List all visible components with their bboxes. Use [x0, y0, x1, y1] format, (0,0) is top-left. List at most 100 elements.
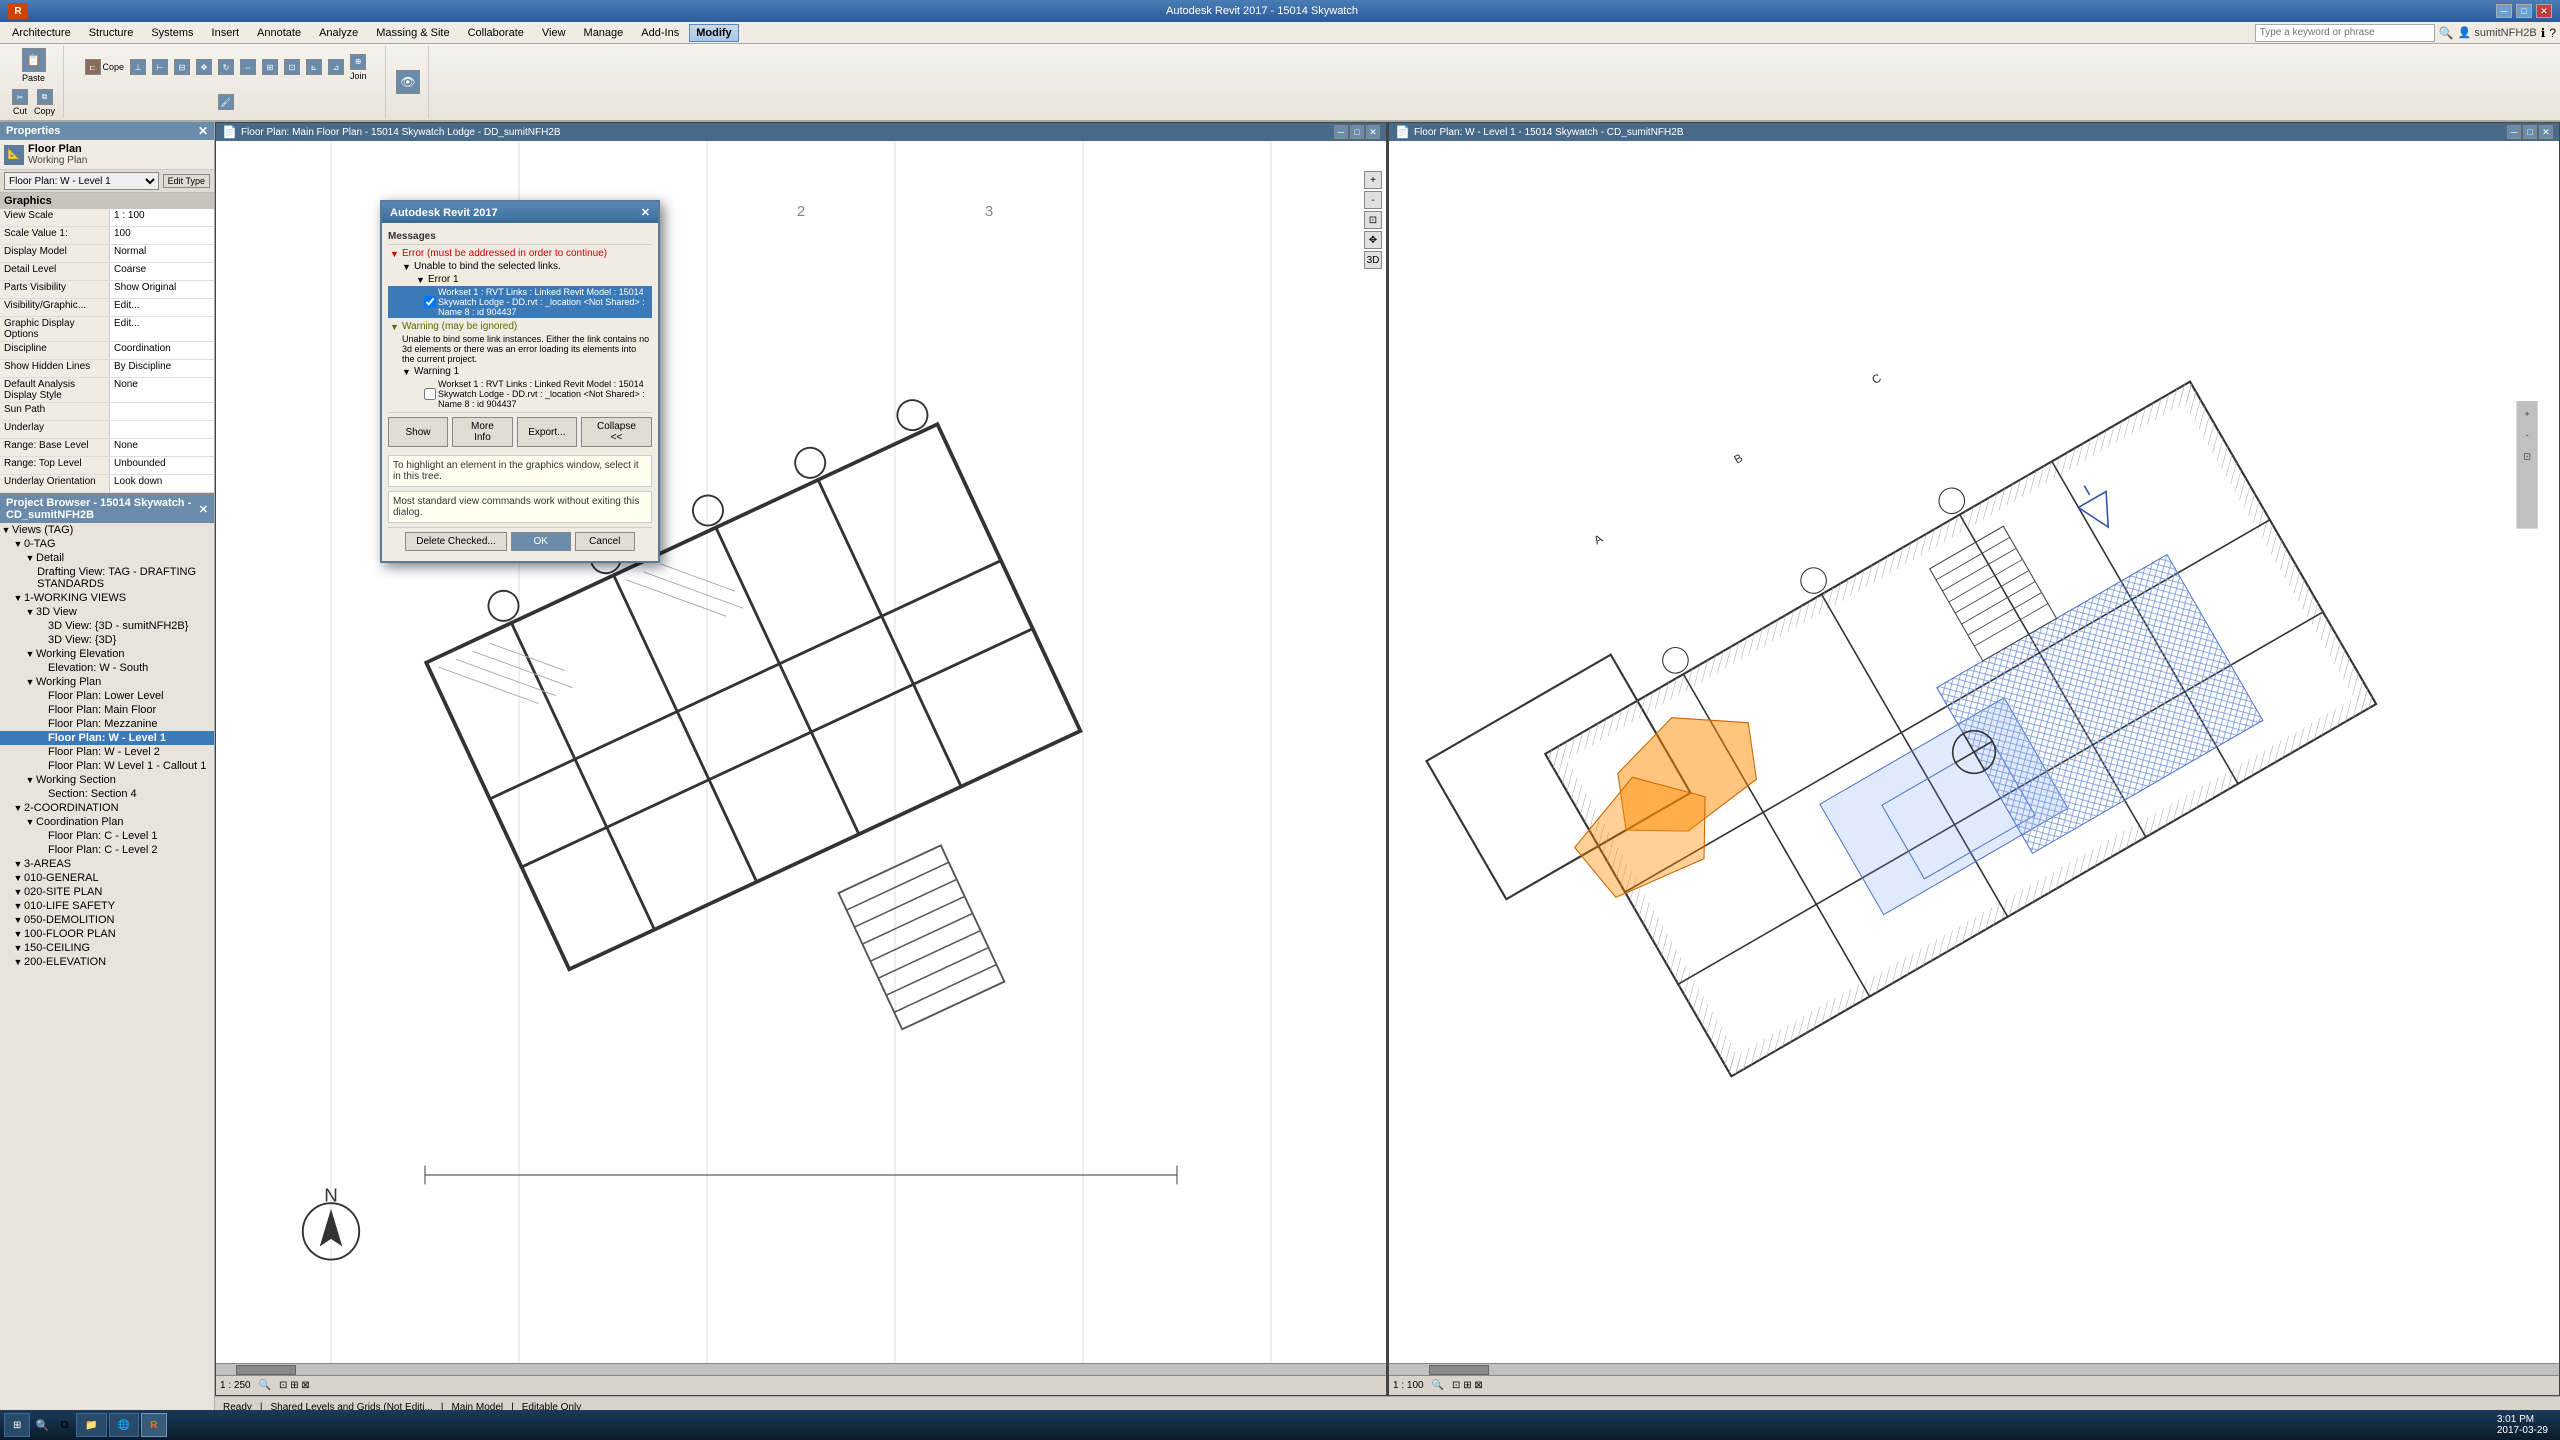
edit-type-button[interactable]: Edit Type: [163, 174, 210, 188]
tree-item[interactable]: ▼150-CEILING: [0, 941, 214, 955]
ribbon-btn-2[interactable]: ⊢: [150, 57, 170, 77]
tree-item[interactable]: ▼100-FLOOR PLAN: [0, 927, 214, 941]
ribbon-btn-11[interactable]: 🖌: [216, 92, 236, 112]
tree-item[interactable]: ▼050-DEMOLITION: [0, 913, 214, 927]
ribbon-view-btn[interactable]: 👁: [394, 68, 422, 96]
menu-collaborate[interactable]: Collaborate: [460, 25, 532, 41]
revit-taskbar-btn[interactable]: R: [141, 1413, 166, 1437]
search-icon[interactable]: 🔍: [2439, 26, 2454, 40]
minimize-button[interactable]: ─: [2496, 4, 2512, 18]
left-scroll-thumb[interactable]: [236, 1365, 296, 1375]
info-icon[interactable]: ℹ: [2541, 26, 2546, 40]
left-scroll-horizontal[interactable]: [216, 1363, 1386, 1375]
tree-item[interactable]: Floor Plan: C - Level 1: [0, 829, 214, 843]
zoom-fit-button[interactable]: ⊡: [1364, 211, 1382, 229]
join-button[interactable]: ⊕ Join: [348, 52, 369, 83]
property-value[interactable]: Edit...: [110, 317, 214, 341]
tree-item[interactable]: 3D View: {3D - sumitNFH2B}: [0, 619, 214, 633]
ribbon-btn-3[interactable]: ⊟: [172, 57, 192, 77]
tree-item[interactable]: ▼3-AREAS: [0, 857, 214, 871]
tree-item[interactable]: Floor Plan: Lower Level: [0, 689, 214, 703]
tree-item[interactable]: Floor Plan: Main Floor: [0, 703, 214, 717]
ribbon-btn-1[interactable]: ⊥: [128, 57, 148, 77]
left-view-zoom-icon[interactable]: 🔍: [259, 1380, 271, 1391]
tree-item[interactable]: Elevation: W - South: [0, 661, 214, 675]
view-select[interactable]: Floor Plan: W - Level 1: [4, 172, 159, 190]
tree-item[interactable]: ▼Working Elevation: [0, 647, 214, 661]
tree-item[interactable]: Floor Plan: W - Level 2: [0, 745, 214, 759]
left-view-close[interactable]: ✕: [1366, 125, 1380, 139]
right-view-maximize[interactable]: □: [2523, 125, 2537, 139]
more-info-button[interactable]: More Info: [452, 417, 513, 447]
menu-massing[interactable]: Massing & Site: [368, 25, 457, 41]
cut-button[interactable]: ✂ Cut: [10, 87, 30, 118]
tree-item[interactable]: ▼200-ELEVATION: [0, 955, 214, 969]
property-value[interactable]: [110, 403, 214, 420]
tree-item[interactable]: Floor Plan: W - Level 1: [0, 731, 214, 745]
menu-modify[interactable]: Modify: [689, 24, 738, 42]
chrome-taskbar-btn[interactable]: 🌐: [109, 1413, 139, 1437]
tree-item[interactable]: ▼2-COORDINATION: [0, 801, 214, 815]
error-detail-checkbox[interactable]: [424, 296, 436, 308]
tree-item[interactable]: ▼020-SITE PLAN: [0, 885, 214, 899]
right-view-zoom-icon[interactable]: 🔍: [1432, 1380, 1444, 1391]
ok-button[interactable]: OK: [511, 532, 571, 551]
menu-insert[interactable]: Insert: [204, 25, 248, 41]
export-button[interactable]: Export...: [517, 417, 577, 447]
tree-item[interactable]: Drafting View: TAG - DRAFTING STANDARDS: [0, 565, 214, 591]
tree-item[interactable]: Floor Plan: W Level 1 - Callout 1: [0, 759, 214, 773]
search-taskbar-icon[interactable]: 🔍: [32, 1415, 52, 1435]
tree-item[interactable]: ▼Coordination Plan: [0, 815, 214, 829]
help-icon[interactable]: ?: [2549, 26, 2556, 40]
tree-item[interactable]: ▼0-TAG: [0, 537, 214, 551]
start-button[interactable]: ⊞: [4, 1413, 30, 1437]
pan-button[interactable]: ✥: [1364, 231, 1382, 249]
tree-item[interactable]: ▼1-WORKING VIEWS: [0, 591, 214, 605]
warning-expand-item[interactable]: ▼ Warning (may be ignored): [388, 320, 652, 333]
ribbon-btn-10[interactable]: ⊿: [326, 57, 346, 77]
copy-button[interactable]: ⧉ Copy: [32, 87, 57, 118]
warning-detail-item[interactable]: Workset 1 : RVT Links : Linked Revit Mod…: [388, 378, 652, 410]
right-view-close[interactable]: ✕: [2539, 125, 2553, 139]
2d-3d-button[interactable]: 3D: [1364, 251, 1382, 269]
ribbon-btn-5[interactable]: ↻: [216, 57, 236, 77]
task-view-icon[interactable]: ⧉: [54, 1415, 74, 1435]
property-value[interactable]: [110, 421, 214, 438]
close-button[interactable]: ✕: [2536, 4, 2552, 18]
tree-item[interactable]: Section: Section 4: [0, 787, 214, 801]
ribbon-btn-8[interactable]: ⊡: [282, 57, 302, 77]
left-view-maximize[interactable]: □: [1350, 125, 1364, 139]
dialog-close-button[interactable]: ✕: [641, 206, 650, 219]
zoom-out-button[interactable]: -: [1364, 191, 1382, 209]
ribbon-btn-7[interactable]: ⊞: [260, 57, 280, 77]
tree-item[interactable]: Floor Plan: Mezzanine: [0, 717, 214, 731]
left-view-minimize[interactable]: ─: [1334, 125, 1348, 139]
cancel-button[interactable]: Cancel: [575, 532, 635, 551]
menu-architecture[interactable]: Architecture: [4, 25, 79, 41]
delete-checked-button[interactable]: Delete Checked...: [405, 532, 507, 551]
menu-structure[interactable]: Structure: [81, 25, 142, 41]
menu-addins[interactable]: Add-Ins: [633, 25, 687, 41]
maximize-button[interactable]: □: [2516, 4, 2532, 18]
menu-annotate[interactable]: Annotate: [249, 25, 309, 41]
show-button[interactable]: Show: [388, 417, 448, 447]
menu-systems[interactable]: Systems: [143, 25, 201, 41]
property-value[interactable]: Edit...: [110, 299, 214, 316]
cope-button[interactable]: ⊏ Cope: [83, 57, 127, 77]
menu-analyze[interactable]: Analyze: [311, 25, 366, 41]
error-detail-item[interactable]: Workset 1 : RVT Links : Linked Revit Mod…: [388, 286, 652, 318]
properties-close-button[interactable]: ✕: [198, 124, 208, 138]
right-scroll-thumb[interactable]: [1429, 1365, 1489, 1375]
paste-button[interactable]: 📋 Paste: [20, 46, 48, 85]
tree-item[interactable]: ▼3D View: [0, 605, 214, 619]
tree-item[interactable]: 3D View: {3D}: [0, 633, 214, 647]
right-view-canvas[interactable]: A B C: [1389, 141, 2559, 1363]
tree-item[interactable]: ▼Views (TAG): [0, 523, 214, 537]
right-view-minimize[interactable]: ─: [2507, 125, 2521, 139]
tree-item[interactable]: ▼010-GENERAL: [0, 871, 214, 885]
zoom-in-button[interactable]: +: [1364, 171, 1382, 189]
ribbon-btn-6[interactable]: ⇔: [238, 57, 258, 77]
ribbon-btn-9[interactable]: ⊾: [304, 57, 324, 77]
error-expand-item[interactable]: ▼ Error (must be addressed in order to c…: [388, 247, 652, 260]
ribbon-btn-4[interactable]: ✥: [194, 57, 214, 77]
